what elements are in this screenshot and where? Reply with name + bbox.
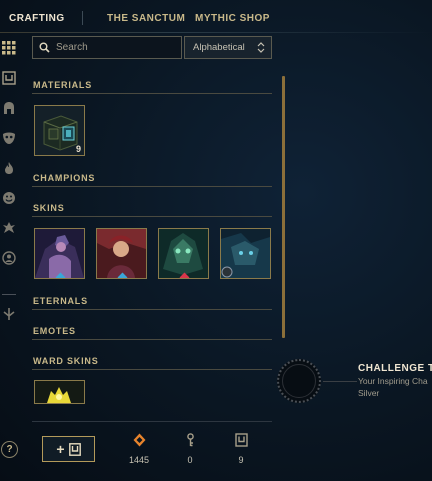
challenge-subtitle: Your Inspiring Cha (358, 376, 428, 386)
section-divider (32, 339, 272, 340)
currency-chests: 9 (221, 433, 261, 465)
orange-essence-icon (133, 433, 145, 447)
challenge-rank: Silver (358, 388, 380, 398)
chest-icon (68, 442, 81, 456)
emote-face-icon[interactable] (1, 190, 17, 206)
grid-icon[interactable] (1, 40, 17, 56)
top-navigation: CRAFTING THE SANCTUM MYTHIC SHOP (0, 0, 432, 34)
section-title-champions: CHAMPIONS (33, 173, 96, 183)
section-title-materials: MATERIALS (33, 80, 93, 90)
section-divider (32, 93, 272, 94)
currency-keys: 0 (170, 433, 210, 465)
skin-shard-tile[interactable] (96, 228, 147, 279)
key-icon (186, 433, 194, 447)
section-title-emotes: EMOTES (33, 326, 76, 336)
ward-art-icon (35, 381, 84, 403)
section-divider (32, 309, 272, 310)
flame-icon[interactable] (1, 160, 17, 176)
currency-value: 0 (187, 455, 193, 465)
tab-crafting[interactable]: CRAFTING (9, 13, 65, 24)
add-button-label: + (56, 441, 65, 457)
mask-icon[interactable] (1, 130, 17, 146)
currency-orange-essence: 1445 (119, 433, 159, 465)
sort-value: Alphabetical (193, 42, 245, 53)
ward-skin-tile[interactable] (34, 380, 85, 404)
section-title-skins: SKINS (33, 203, 65, 213)
section-title-eternals: ETERNALS (33, 296, 88, 306)
section-divider (32, 369, 272, 370)
search-box[interactable] (32, 36, 182, 59)
challenge-title: CHALLENGE T (358, 363, 432, 374)
material-tile-masterwork-chest[interactable]: 9 (34, 105, 85, 156)
skin-art-icon (97, 229, 146, 278)
challenge-connector (323, 381, 357, 382)
skin-shard-tile[interactable] (34, 228, 85, 279)
content-scrollbar[interactable] (282, 76, 285, 338)
tab-separator (82, 11, 83, 25)
currency-value: 9 (238, 455, 244, 465)
eternals-icon[interactable] (1, 306, 17, 322)
helmet-icon[interactable] (1, 100, 17, 116)
challenge-crystal-ring[interactable] (277, 359, 321, 403)
section-title-ward-skins: WARD SKINS (33, 356, 99, 366)
category-sidebar (0, 34, 20, 481)
search-input[interactable] (56, 42, 166, 53)
bottom-divider (32, 421, 272, 422)
tab-mythic-shop[interactable]: MYTHIC SHOP (195, 13, 270, 24)
help-button[interactable]: ? (1, 441, 18, 458)
skin-art-icon (221, 229, 270, 278)
sort-dropdown[interactable]: Alphabetical (184, 36, 272, 59)
skin-shard-tile[interactable] (158, 228, 209, 279)
chest-icon[interactable] (1, 70, 17, 86)
skin-shard-tile[interactable] (220, 228, 271, 279)
add-chest-button[interactable]: + (42, 436, 95, 462)
nav-divider (0, 32, 432, 33)
skin-art-icon (35, 229, 84, 278)
chest-icon (234, 433, 248, 447)
item-quantity: 9 (75, 144, 81, 154)
updown-caret-icon (257, 42, 265, 53)
ward-icon[interactable] (1, 220, 17, 236)
tab-the-sanctum[interactable]: THE SANCTUM (107, 13, 185, 24)
currency-value: 1445 (128, 455, 150, 465)
search-icon (39, 42, 50, 53)
skin-art-icon (159, 229, 208, 278)
sidebar-divider (2, 294, 16, 295)
section-divider (32, 186, 272, 187)
profile-icon[interactable] (1, 250, 17, 266)
section-divider (32, 216, 272, 217)
